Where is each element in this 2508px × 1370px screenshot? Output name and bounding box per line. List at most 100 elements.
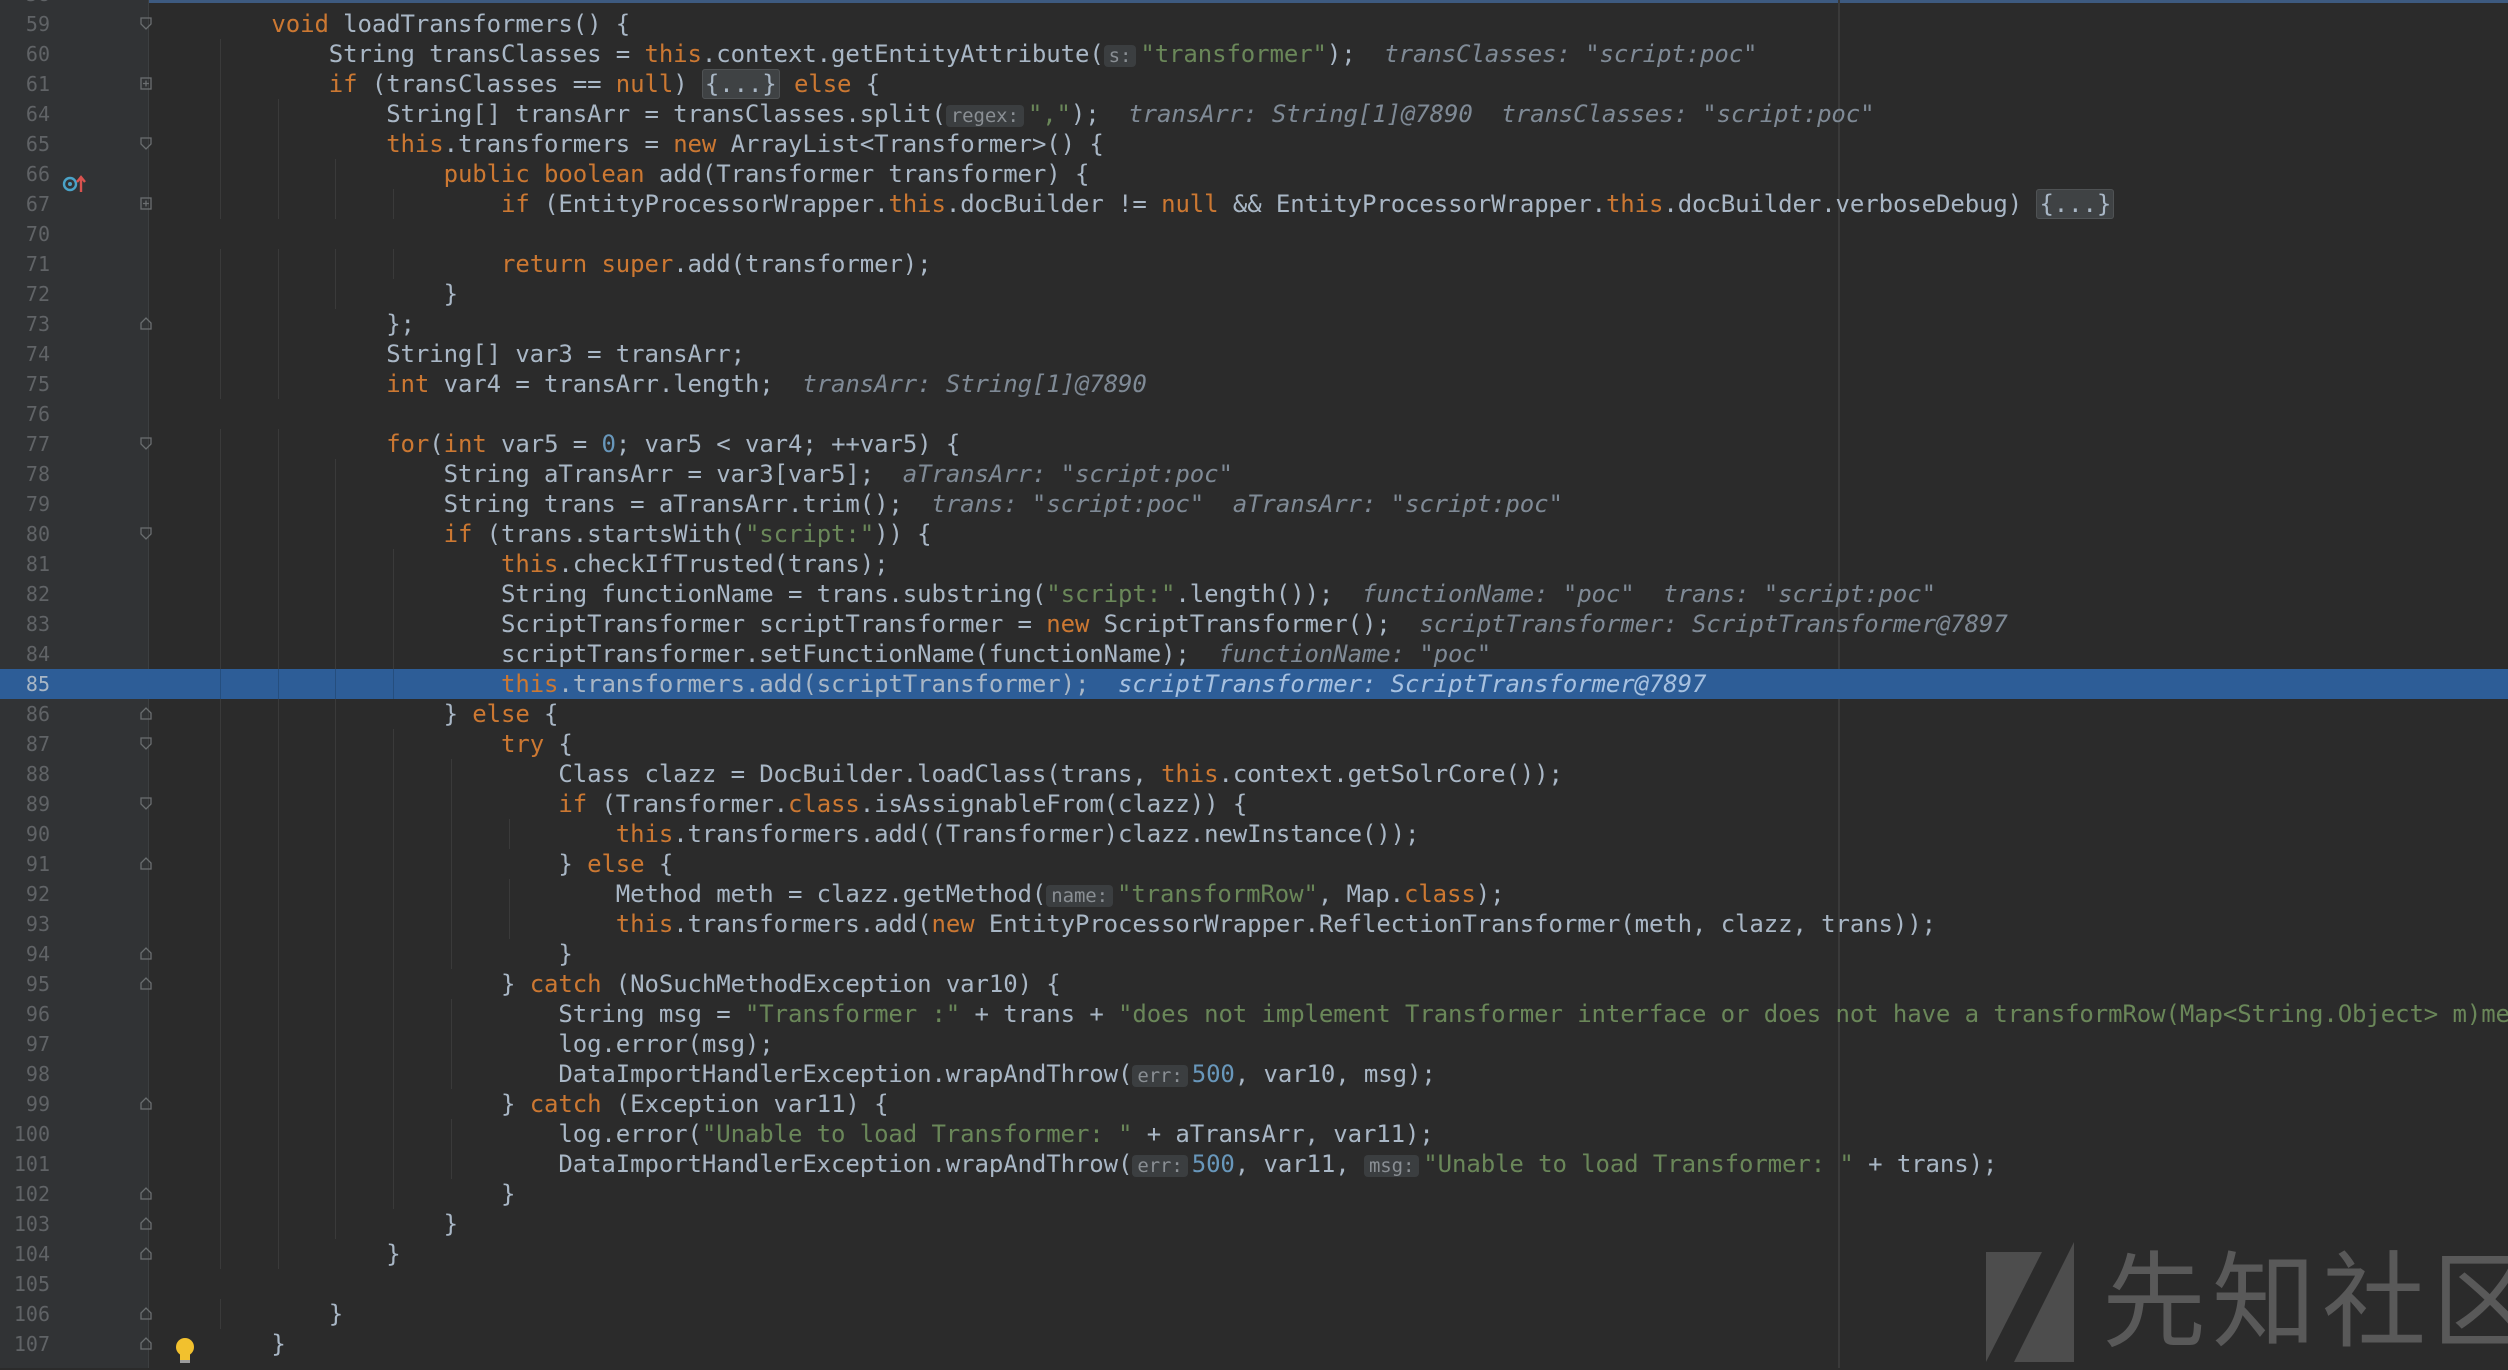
- code-line[interactable]: 87 try {: [0, 729, 2508, 759]
- fold-expand-icon[interactable]: [140, 197, 152, 210]
- line-number[interactable]: 101: [0, 1149, 50, 1179]
- line-number[interactable]: 88: [0, 759, 50, 789]
- line-number[interactable]: 78: [0, 459, 50, 489]
- code-line[interactable]: 93 this.transformers.add(new EntityProce…: [0, 909, 2508, 939]
- code-content[interactable]: Class clazz = DocBuilder.loadClass(trans…: [214, 759, 1563, 789]
- code-line[interactable]: 72 }: [0, 279, 2508, 309]
- code-line[interactable]: 80 if (trans.startsWith("script:")) {: [0, 519, 2508, 549]
- fold-open-icon[interactable]: [140, 437, 152, 450]
- code-content[interactable]: Method meth = clazz.getMethod(name: "tran…: [214, 879, 1505, 911]
- line-number[interactable]: 95: [0, 969, 50, 999]
- code-content[interactable]: this.checkIfTrusted(trans);: [214, 549, 889, 579]
- code-content[interactable]: DataImportHandlerException.wrapAndThrow(…: [214, 1059, 1435, 1091]
- code-line[interactable]: 90 this.transformers.add((Transformer)cl…: [0, 819, 2508, 849]
- code-line[interactable]: 92 Method meth = clazz.getMethod(name: "t…: [0, 879, 2508, 909]
- line-number[interactable]: 59: [0, 9, 50, 39]
- code-line[interactable]: 73 };: [0, 309, 2508, 339]
- code-content[interactable]: scriptTransformer.setFunctionName(functi…: [214, 639, 1491, 669]
- code-content[interactable]: String functionName = trans.substring("s…: [214, 579, 1936, 609]
- code-content[interactable]: if (trans.startsWith("script:")) {: [214, 519, 932, 549]
- line-number[interactable]: 106: [0, 1299, 50, 1329]
- line-number[interactable]: 58: [0, 0, 50, 9]
- line-number[interactable]: 99: [0, 1089, 50, 1119]
- code-content[interactable]: try {: [214, 729, 573, 759]
- code-content[interactable]: this.transformers.add((Transformer)clazz…: [214, 819, 1420, 849]
- line-number[interactable]: 72: [0, 279, 50, 309]
- code-content[interactable]: String msg = "Transformer :" + trans + "…: [214, 999, 2508, 1029]
- code-content[interactable]: DataImportHandlerException.wrapAndThrow(…: [214, 1149, 1997, 1181]
- line-number[interactable]: 87: [0, 729, 50, 759]
- code-line[interactable]: 81 this.checkIfTrusted(trans);: [0, 549, 2508, 579]
- line-number[interactable]: 94: [0, 939, 50, 969]
- code-content[interactable]: this.transformers.add(scriptTransformer)…: [214, 669, 1706, 699]
- line-number[interactable]: 90: [0, 819, 50, 849]
- code-content[interactable]: if (Transformer.class.isAssignableFrom(c…: [214, 789, 1247, 819]
- code-content[interactable]: }: [214, 279, 458, 309]
- line-number[interactable]: 73: [0, 309, 50, 339]
- line-number[interactable]: 74: [0, 339, 50, 369]
- line-number[interactable]: 103: [0, 1209, 50, 1239]
- code-line[interactable]: 76: [0, 399, 2508, 429]
- line-number[interactable]: 79: [0, 489, 50, 519]
- line-number[interactable]: 61: [0, 69, 50, 99]
- code-line[interactable]: 98 DataImportHandlerException.wrapAndThr…: [0, 1059, 2508, 1089]
- line-number[interactable]: 71: [0, 249, 50, 279]
- code-content[interactable]: log.error(msg);: [214, 1029, 773, 1059]
- code-content[interactable]: this.transformers = new ArrayList<Transf…: [214, 129, 1104, 159]
- fold-open-icon[interactable]: [140, 137, 152, 150]
- code-content[interactable]: }: [214, 1329, 285, 1359]
- code-line[interactable]: 94 }: [0, 939, 2508, 969]
- line-number[interactable]: 105: [0, 1269, 50, 1299]
- fold-close-icon[interactable]: [140, 977, 152, 990]
- fold-close-icon[interactable]: [140, 1217, 152, 1230]
- code-line[interactable]: 100 log.error("Unable to load Transforme…: [0, 1119, 2508, 1149]
- line-number[interactable]: 85: [0, 669, 50, 699]
- line-number[interactable]: 104: [0, 1239, 50, 1269]
- code-content[interactable]: ScriptTransformer scriptTransformer = ne…: [214, 609, 2008, 639]
- code-line[interactable]: 83 ScriptTransformer scriptTransformer =…: [0, 609, 2508, 639]
- code-content[interactable]: }: [214, 1179, 515, 1209]
- override-up-arrow-icon[interactable]: [62, 172, 88, 196]
- line-number[interactable]: 70: [0, 219, 50, 249]
- code-content[interactable]: }: [214, 1299, 343, 1329]
- code-line[interactable]: 103 }: [0, 1209, 2508, 1239]
- code-content[interactable]: return super.add(transformer);: [214, 249, 932, 279]
- fold-close-icon[interactable]: [140, 1097, 152, 1110]
- code-line[interactable]: 88 Class clazz = DocBuilder.loadClass(tr…: [0, 759, 2508, 789]
- code-line[interactable]: 71 return super.add(transformer);: [0, 249, 2508, 279]
- line-number[interactable]: 64: [0, 99, 50, 129]
- code-line[interactable]: 58: [0, 0, 2508, 9]
- line-number[interactable]: 76: [0, 399, 50, 429]
- line-number[interactable]: 81: [0, 549, 50, 579]
- fold-close-icon[interactable]: [140, 1337, 152, 1350]
- code-line[interactable]: 74 String[] var3 = transArr;: [0, 339, 2508, 369]
- code-content[interactable]: int var4 = transArr.length; transArr: St…: [214, 369, 1147, 399]
- line-number[interactable]: 82: [0, 579, 50, 609]
- code-content[interactable]: }: [214, 1239, 400, 1269]
- fold-close-icon[interactable]: [140, 857, 152, 870]
- code-line[interactable]: 75 int var4 = transArr.length; transArr:…: [0, 369, 2508, 399]
- fold-close-icon[interactable]: [140, 1307, 152, 1320]
- fold-close-icon[interactable]: [140, 947, 152, 960]
- code-line[interactable]: 86 } else {: [0, 699, 2508, 729]
- code-content[interactable]: };: [214, 309, 415, 339]
- code-content[interactable]: }: [214, 1209, 458, 1239]
- line-number[interactable]: 75: [0, 369, 50, 399]
- code-line[interactable]: 61 if (transClasses == null) {...} else …: [0, 69, 2508, 99]
- fold-expand-icon[interactable]: [140, 77, 152, 90]
- line-number[interactable]: 86: [0, 699, 50, 729]
- code-content[interactable]: String[] var3 = transArr;: [214, 339, 745, 369]
- fold-close-icon[interactable]: [140, 1187, 152, 1200]
- code-line[interactable]: 97 log.error(msg);: [0, 1029, 2508, 1059]
- line-number[interactable]: 84: [0, 639, 50, 669]
- code-line[interactable]: 70: [0, 219, 2508, 249]
- line-number[interactable]: 60: [0, 39, 50, 69]
- code-line[interactable]: 91 } else {: [0, 849, 2508, 879]
- code-content[interactable]: log.error("Unable to load Transformer: "…: [214, 1119, 1433, 1149]
- code-line[interactable]: 82 String functionName = trans.substring…: [0, 579, 2508, 609]
- code-line[interactable]: 99 } catch (Exception var11) {: [0, 1089, 2508, 1119]
- code-content[interactable]: String aTransArr = var3[var5]; aTransArr…: [214, 459, 1233, 489]
- lightbulb-icon[interactable]: [172, 1336, 198, 1366]
- code-line[interactable]: 85 this.transformers.add(scriptTransform…: [0, 669, 2508, 699]
- code-content[interactable]: if (transClasses == null) {...} else {: [214, 69, 880, 99]
